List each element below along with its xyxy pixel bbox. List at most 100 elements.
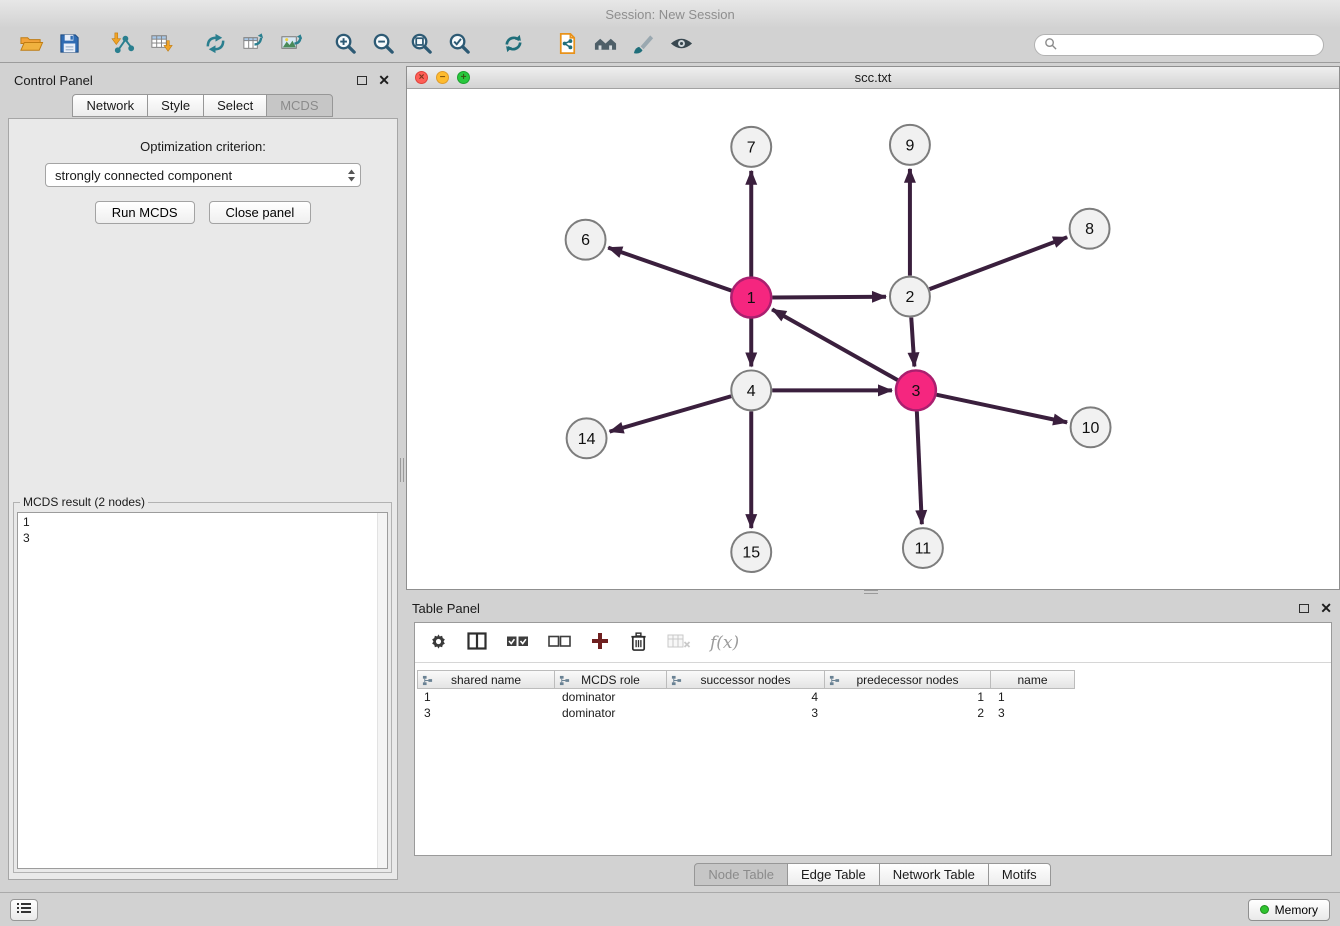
delete-table-button[interactable] bbox=[667, 629, 691, 657]
zoom-selected-button[interactable] bbox=[440, 30, 478, 60]
network-window-titlebar[interactable]: × − + scc.txt bbox=[407, 67, 1339, 89]
tab-style[interactable]: Style bbox=[147, 94, 204, 117]
tab-network[interactable]: Network bbox=[72, 94, 148, 117]
folder-icon bbox=[19, 31, 44, 59]
deselect-all-button[interactable] bbox=[548, 629, 571, 657]
export-table-button[interactable] bbox=[234, 30, 272, 60]
cell-name[interactable]: 3 bbox=[991, 706, 1075, 720]
column-header-name[interactable]: name bbox=[991, 670, 1075, 689]
tab-motifs[interactable]: Motifs bbox=[988, 863, 1051, 886]
column-header-mcds-role[interactable]: MCDS role bbox=[555, 670, 667, 689]
graph-node-label: 14 bbox=[578, 431, 596, 448]
horizontal-splitter-grip[interactable] bbox=[864, 590, 878, 594]
float-panel-icon[interactable] bbox=[357, 76, 367, 85]
search-input[interactable] bbox=[1062, 38, 1314, 52]
network-window: × − + scc.txt 1234678910111415 bbox=[406, 66, 1340, 590]
table-settings-button[interactable] bbox=[429, 629, 448, 657]
column-header-shared-name[interactable]: shared name bbox=[417, 670, 555, 689]
cell-successor-nodes[interactable]: 4 bbox=[667, 690, 825, 704]
dropdown-selected-value: strongly connected component bbox=[55, 168, 232, 183]
graph-node-label: 6 bbox=[581, 232, 590, 249]
result-line: 3 bbox=[23, 530, 382, 546]
cell-predecessor-nodes[interactable]: 2 bbox=[825, 706, 991, 720]
attribute-icon bbox=[559, 675, 570, 689]
task-history-button[interactable] bbox=[10, 899, 38, 921]
mcds-result-box[interactable]: 1 3 bbox=[17, 512, 388, 869]
cell-shared-name[interactable]: 3 bbox=[417, 706, 555, 720]
apply-layout-button[interactable] bbox=[494, 30, 532, 60]
columns-icon bbox=[467, 632, 487, 653]
window-title: Session: New Session bbox=[605, 7, 734, 22]
function-builder-button[interactable]: f(x) bbox=[710, 629, 739, 657]
graph-node-label: 3 bbox=[911, 383, 920, 400]
window-titlebar[interactable]: Session: New Session bbox=[0, 0, 1340, 28]
cell-mcds-role[interactable]: dominator bbox=[555, 690, 667, 704]
float-table-panel-icon[interactable] bbox=[1299, 604, 1309, 613]
cell-successor-nodes[interactable]: 3 bbox=[667, 706, 825, 720]
memory-label: Memory bbox=[1275, 903, 1318, 917]
window-zoom-button[interactable]: + bbox=[457, 71, 470, 84]
cell-mcds-role[interactable]: dominator bbox=[555, 706, 667, 720]
graph-edge-1-6[interactable] bbox=[608, 248, 731, 291]
show-hide-button[interactable] bbox=[662, 30, 700, 60]
tab-node-table[interactable]: Node Table bbox=[694, 863, 788, 886]
save-session-button[interactable] bbox=[50, 30, 88, 60]
attribute-icon bbox=[671, 675, 682, 689]
tab-edge-table[interactable]: Edge Table bbox=[787, 863, 880, 886]
mcds-panel-content: Optimization criterion: strongly connect… bbox=[8, 118, 398, 880]
cell-name[interactable]: 1 bbox=[991, 690, 1075, 704]
graph-edge-2-3[interactable] bbox=[911, 318, 914, 367]
graph-node-label: 15 bbox=[742, 545, 760, 562]
table-row[interactable]: 1 dominator 4 1 1 bbox=[415, 689, 1331, 705]
column-visibility-button[interactable] bbox=[467, 629, 487, 657]
graph-edge-3-11[interactable] bbox=[917, 411, 922, 524]
table-panel-title: Table Panel bbox=[412, 601, 480, 616]
import-table-button[interactable] bbox=[142, 30, 180, 60]
cell-shared-name[interactable]: 1 bbox=[417, 690, 555, 704]
main-toolbar bbox=[0, 28, 1340, 63]
tab-network-table[interactable]: Network Table bbox=[879, 863, 989, 886]
search-box[interactable] bbox=[1034, 34, 1324, 56]
memory-button[interactable]: Memory bbox=[1248, 899, 1330, 921]
graph-edge-1-2[interactable] bbox=[772, 297, 886, 298]
add-column-button[interactable] bbox=[590, 629, 610, 657]
delete-column-button[interactable] bbox=[629, 629, 648, 657]
export-network-button[interactable] bbox=[196, 30, 234, 60]
control-panel-title: Control Panel bbox=[14, 73, 93, 88]
snapshot-button[interactable] bbox=[548, 30, 586, 60]
graph-node-label: 1 bbox=[747, 290, 756, 307]
zoom-in-button[interactable] bbox=[326, 30, 364, 60]
document-share-icon bbox=[555, 31, 580, 59]
result-scrollbar[interactable] bbox=[377, 513, 387, 868]
close-panel-icon[interactable]: ✕ bbox=[378, 73, 390, 87]
graph-edge-4-14[interactable] bbox=[610, 396, 732, 431]
zoom-in-icon bbox=[333, 31, 358, 59]
style-brush-button[interactable] bbox=[624, 30, 662, 60]
network-canvas[interactable]: 1234678910111415 bbox=[407, 89, 1339, 589]
cell-predecessor-nodes[interactable]: 1 bbox=[825, 690, 991, 704]
import-network-button[interactable] bbox=[104, 30, 142, 60]
column-header-predecessor-nodes[interactable]: predecessor nodes bbox=[825, 670, 991, 689]
select-all-button[interactable] bbox=[506, 629, 529, 657]
close-table-panel-icon[interactable]: ✕ bbox=[1320, 601, 1332, 615]
export-image-button[interactable] bbox=[272, 30, 310, 60]
home-button[interactable] bbox=[586, 30, 624, 60]
window-close-button[interactable]: × bbox=[415, 71, 428, 84]
graph-edge-2-8[interactable] bbox=[930, 237, 1068, 289]
window-minimize-button[interactable]: − bbox=[436, 71, 449, 84]
optimization-criterion-select[interactable]: strongly connected component bbox=[45, 163, 361, 187]
vertical-splitter[interactable] bbox=[399, 66, 405, 880]
column-header-successor-nodes[interactable]: successor nodes bbox=[667, 670, 825, 689]
table-row[interactable]: 3 dominator 3 2 3 bbox=[415, 705, 1331, 721]
open-session-button[interactable] bbox=[12, 30, 50, 60]
zoom-out-button[interactable] bbox=[364, 30, 402, 60]
run-mcds-button[interactable]: Run MCDS bbox=[95, 201, 195, 224]
zoom-fit-button[interactable] bbox=[402, 30, 440, 60]
close-panel-button[interactable]: Close panel bbox=[209, 201, 312, 224]
graph-node-label: 4 bbox=[747, 383, 756, 400]
table-panel-tabs: Node Table Edge Table Network Table Moti… bbox=[406, 863, 1340, 886]
graph-edge-3-10[interactable] bbox=[936, 395, 1067, 423]
graph-edge-3-1[interactable] bbox=[772, 309, 898, 380]
tab-mcds[interactable]: MCDS bbox=[266, 94, 332, 117]
tab-select[interactable]: Select bbox=[203, 94, 267, 117]
